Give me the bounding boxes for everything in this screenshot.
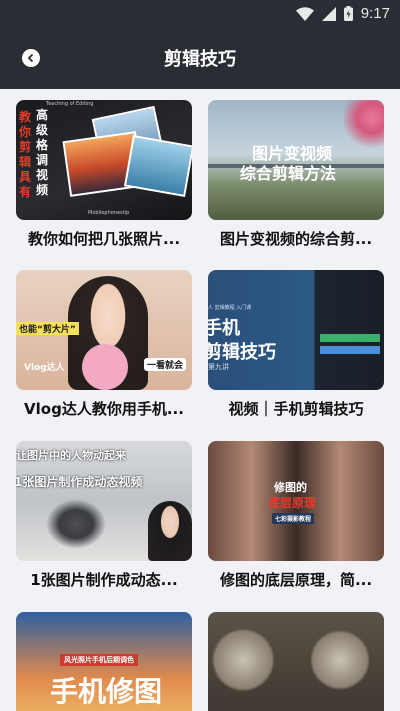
article-thumbnail: 人 剪辑教程 入门课 手机 剪辑技巧 第九讲 — [208, 270, 384, 390]
thumbnail-caption: 风光照片手机后期调色 — [60, 654, 138, 666]
article-card[interactable]: 也能“剪大片” Vlog达人 一看就会 Vlog达人教你用手机... — [16, 270, 192, 419]
thumbnail-caption: 修图的 — [274, 481, 307, 494]
article-thumbnail: 修图的 底层原理 七彩摄影教程 — [208, 441, 384, 561]
article-card[interactable]: 图片变视频 综合剪辑方法 图片变视频的综合剪... — [208, 100, 384, 249]
article-title: 图片变视频的综合剪... — [219, 230, 373, 248]
thumbnail-caption: 综合剪辑方法 — [240, 164, 337, 183]
article-thumbnail: 让图片中的人物动起来 1张图片制作成动态视频 — [16, 441, 192, 561]
status-icons: 9:17 — [295, 5, 390, 22]
thumbnail-caption: Vlog达人 — [24, 363, 65, 373]
article-title: Vlog达人教你用手机... — [24, 400, 184, 418]
thumbnail-caption: 第九讲 — [208, 363, 229, 371]
article-card[interactable]: 人 剪辑教程 入门课 手机 剪辑技巧 第九讲 视频｜手机剪辑技巧 — [208, 270, 384, 419]
article-card[interactable]: 让图片中的人物动起来 1张图片制作成动态视频 1张图片制作成动态... — [16, 441, 192, 590]
blossom-decoration — [344, 100, 384, 160]
timeline-track — [320, 346, 380, 354]
article-title: 1张图片制作成动态... — [30, 571, 178, 589]
article-thumbnail: 风光照片手机后期调色 手机修图 — [16, 612, 192, 711]
article-title: 教你如何把几张照片... — [27, 230, 181, 248]
toy-figure — [82, 344, 128, 390]
thumbnail-caption: 也能“剪大片” — [16, 322, 79, 335]
thumbnail-caption: Teaching of Editing — [46, 101, 94, 107]
signal-icon — [321, 6, 336, 21]
thumbnail-caption: Mobilephonestip — [88, 210, 130, 216]
article-card[interactable]: Teaching of Editing 教你剪辑具有 高级格调视频 Mobile… — [16, 100, 192, 249]
app-header: 9:17 剪辑技巧 — [0, 0, 400, 89]
article-card[interactable]: 风光照片手机后期调色 手机修图 — [16, 612, 192, 711]
battery-icon — [343, 6, 353, 21]
article-thumbnail: 图片变视频 综合剪辑方法 — [208, 100, 384, 220]
wifi-icon — [295, 6, 314, 21]
thumbnail-caption: 人 剪辑教程 入门课 — [208, 305, 252, 311]
thumbnail-caption: 高级格调视频 — [36, 108, 49, 197]
article-thumbnail: 也能“剪大片” Vlog达人 一看就会 — [16, 270, 192, 390]
article-thumbnail — [208, 612, 384, 711]
article-card[interactable]: 修图的 底层原理 七彩摄影教程 修图的底层原理，简... — [208, 441, 384, 590]
skater-figure — [46, 499, 106, 549]
article-grid: Teaching of Editing 教你剪辑具有 高级格调视频 Mobile… — [0, 89, 400, 711]
page-title: 剪辑技巧 — [164, 49, 236, 70]
thumbnail-caption: 手机修图 — [50, 675, 163, 708]
thumbnail-caption: 底层原理 — [268, 496, 317, 510]
article-title: 修图的底层原理，简... — [219, 571, 373, 589]
thumbnail-caption: 七彩摄影教程 — [272, 513, 315, 524]
thumbnail-caption: 手机 — [208, 318, 240, 339]
status-bar: 9:17 — [0, 0, 400, 28]
thumbnail-caption: 一看就会 — [144, 358, 187, 371]
article-card[interactable] — [208, 612, 384, 711]
photo-stack — [123, 135, 192, 197]
thumbnail-caption: 1张图片制作成动态视频 — [16, 475, 143, 489]
thumbnail-caption: 教你剪辑具有 — [19, 110, 32, 199]
article-thumbnail: Teaching of Editing 教你剪辑具有 高级格调视频 Mobile… — [16, 100, 192, 220]
timeline-track — [320, 334, 380, 342]
clock: 9:17 — [360, 5, 390, 22]
person-figure — [148, 501, 192, 561]
thumbnail-caption: 剪辑技巧 — [208, 342, 276, 363]
thumbnail-caption: 让图片中的人物动起来 — [16, 449, 126, 462]
article-title: 视频｜手机剪辑技巧 — [228, 400, 364, 418]
